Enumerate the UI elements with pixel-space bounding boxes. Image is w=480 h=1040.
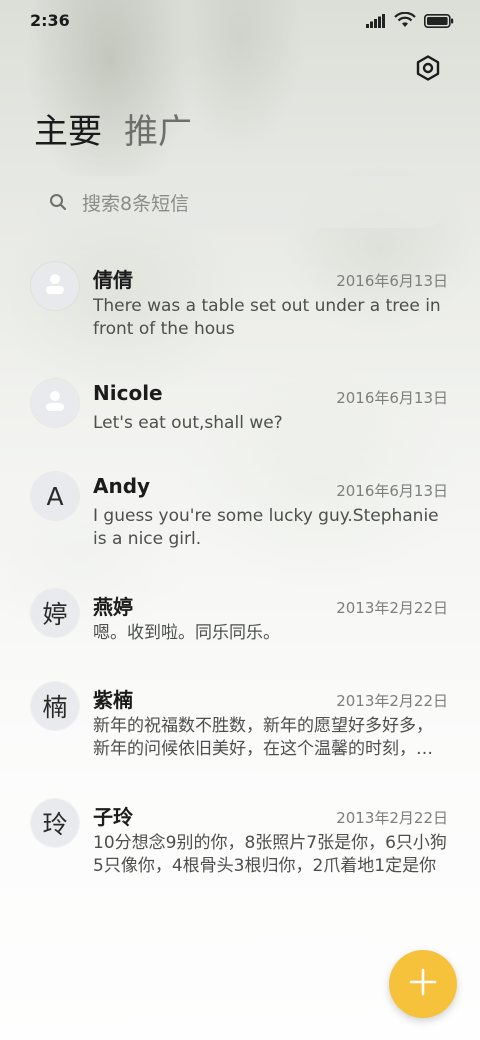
tab-primary[interactable]: 主要 bbox=[34, 110, 102, 154]
settings-icon bbox=[415, 55, 441, 85]
avatar: 玲 bbox=[31, 799, 79, 847]
tab-promotions[interactable]: 推广 bbox=[124, 110, 192, 154]
conversation-item[interactable]: 楠 紫楠 2013年2月22日 新年的祝福数不胜数，新年的愿望好多好多，新年的问… bbox=[0, 670, 480, 780]
search-bar[interactable]: 搜索8条短信 bbox=[32, 176, 448, 228]
contact-name: 紫楠 bbox=[93, 688, 133, 712]
message-date: 2016年6月13日 bbox=[336, 272, 448, 290]
search-icon bbox=[48, 192, 68, 212]
signal-icon bbox=[366, 13, 386, 32]
avatar bbox=[31, 379, 79, 427]
settings-button[interactable] bbox=[414, 55, 442, 85]
message-date: 2016年6月13日 bbox=[336, 389, 448, 407]
message-preview: 嗯。收到啦。同乐同乐。 bbox=[93, 623, 280, 643]
new-message-button[interactable] bbox=[389, 950, 457, 1018]
contact-name: 燕婷 bbox=[93, 595, 133, 619]
message-date: 2013年2月22日 bbox=[336, 809, 448, 827]
avatar: A bbox=[31, 472, 79, 520]
battery-icon bbox=[424, 13, 454, 32]
conversation-item[interactable]: 婷 燕婷 2013年2月22日 嗯。收到啦。同乐同乐。 bbox=[0, 577, 480, 667]
avatar: 楠 bbox=[31, 682, 79, 730]
wifi-icon bbox=[394, 11, 416, 32]
contact-name: 倩倩 bbox=[93, 268, 133, 292]
message-preview: 10分想念9别的你，8张照片7张是你，6只小狗5只像你，4根骨头3根归你，2爪着… bbox=[93, 833, 447, 876]
message-preview: Let's eat out,shall we? bbox=[93, 413, 283, 433]
contact-name: Andy bbox=[93, 474, 151, 498]
plus-icon bbox=[408, 967, 438, 1001]
conversation-item[interactable]: A Andy 2016年6月13日 I guess you're some lu… bbox=[0, 460, 480, 570]
person-icon bbox=[43, 271, 67, 301]
person-icon bbox=[43, 388, 67, 418]
message-date: 2013年2月22日 bbox=[336, 599, 448, 617]
message-date: 2016年6月13日 bbox=[336, 482, 448, 500]
search-placeholder: 搜索8条短信 bbox=[82, 192, 190, 215]
conversation-item[interactable]: 倩倩 2016年6月13日 There was a table set out … bbox=[0, 250, 480, 360]
status-bar: 2:36 bbox=[0, 0, 480, 40]
message-preview: There was a table set out under a tree i… bbox=[93, 296, 441, 339]
conversation-item[interactable]: 玲 子玲 2013年2月22日 10分想念9别的你，8张照片7张是你，6只小狗5… bbox=[0, 787, 480, 897]
contact-name: 子玲 bbox=[93, 805, 133, 829]
message-date: 2013年2月22日 bbox=[336, 692, 448, 710]
message-preview: 新年的祝福数不胜数，新年的愿望好多好多，新年的问候依旧美好，在这个温馨的时刻，送… bbox=[93, 716, 433, 759]
avatar: 婷 bbox=[31, 589, 79, 637]
message-preview: I guess you're some lucky guy.Stephanie … bbox=[93, 506, 439, 549]
avatar bbox=[31, 262, 79, 310]
status-time: 2:36 bbox=[30, 11, 70, 30]
contact-name: Nicole bbox=[93, 381, 163, 405]
conversation-item[interactable]: Nicole 2016年6月13日 Let's eat out,shall we… bbox=[0, 367, 480, 457]
tab-bar: 主要 推广 bbox=[34, 110, 192, 154]
